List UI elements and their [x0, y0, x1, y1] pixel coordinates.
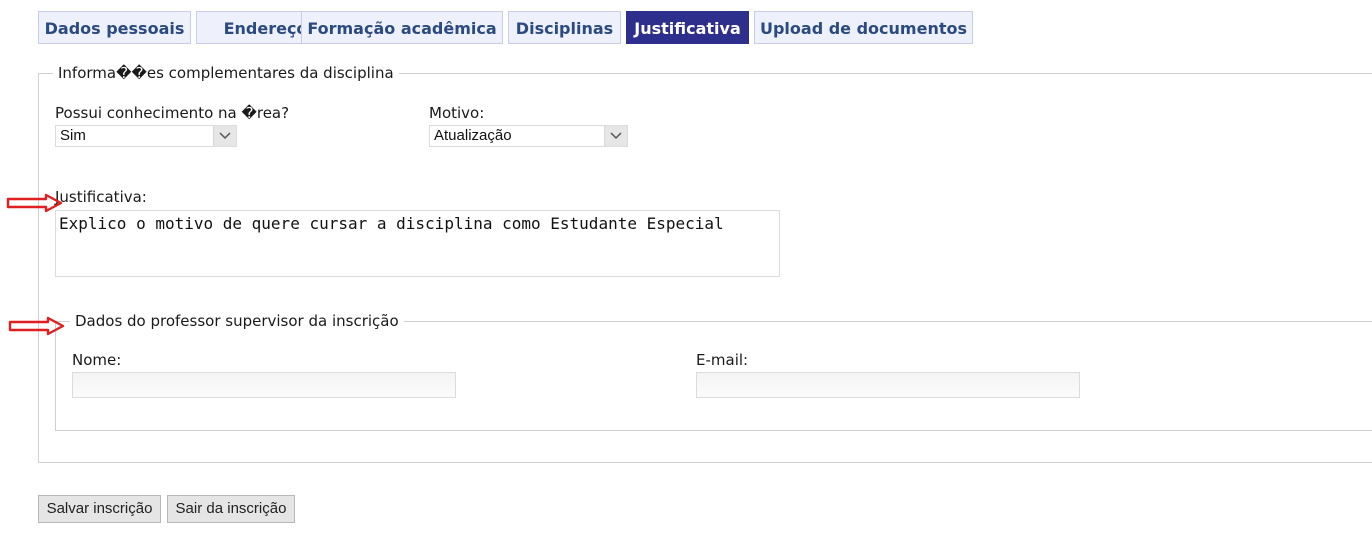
chevron-down-icon	[213, 126, 236, 146]
nome-input[interactable]	[72, 372, 456, 398]
annotation-arrow-icon	[6, 193, 63, 213]
conhecimento-select[interactable]: Sim	[55, 125, 237, 147]
email-input[interactable]	[696, 372, 1080, 398]
conhecimento-select-value: Sim	[60, 127, 86, 144]
motivo-select[interactable]: Atualização	[429, 125, 628, 147]
exit-button[interactable]: Sair da inscrição	[167, 495, 295, 523]
chevron-down-icon	[604, 126, 627, 146]
justificativa-label: Justificativa:	[55, 188, 147, 206]
email-label: E-mail:	[696, 351, 749, 369]
conhecimento-label: Possui conhecimento na �rea?	[55, 104, 290, 122]
justificativa-textarea[interactable]: Explico o motivo de quere cursar a disci…	[55, 210, 780, 277]
tab-justificativa[interactable]: Justificativa	[626, 11, 749, 44]
motivo-select-value: Atualização	[434, 127, 512, 144]
professor-legend: Dados do professor supervisor da inscriç…	[70, 312, 404, 330]
info-complementares-legend: Informa��es complementares da disciplina	[53, 64, 399, 82]
tab-upload-de-documentos[interactable]: Upload de documentos	[754, 11, 973, 44]
nome-label: Nome:	[72, 351, 122, 369]
tab-formacao-academica[interactable]: Formação acadêmica	[301, 11, 503, 44]
tab-disciplinas[interactable]: Disciplinas	[508, 11, 621, 44]
tab-dados-pessoais[interactable]: Dados pessoais	[38, 11, 191, 44]
motivo-label: Motivo:	[429, 104, 485, 122]
save-button[interactable]: Salvar inscrição	[38, 495, 161, 523]
annotation-arrow-icon	[8, 316, 65, 336]
